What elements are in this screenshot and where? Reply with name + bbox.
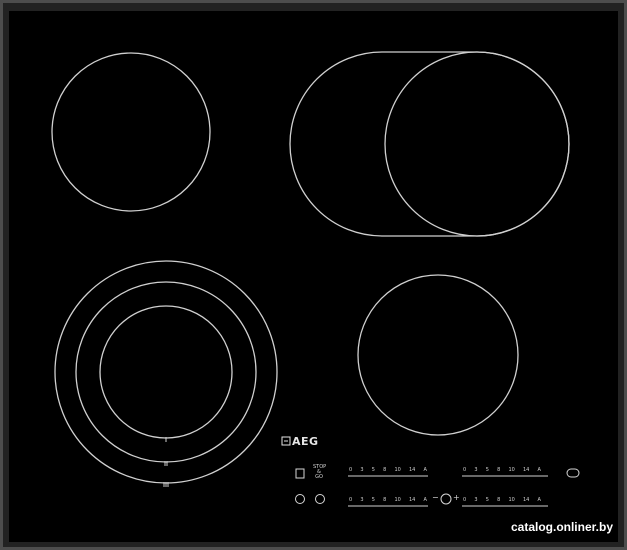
scale-tick: A [537,497,541,503]
scale-tick: 8 [497,497,501,503]
scale-tick: 0 [349,467,353,473]
scale-tick: 14 [522,467,530,473]
slider-scale-3[interactable]: 0 3 5 8 10 14 A [349,497,427,503]
timer-minus-button[interactable]: − [432,494,439,502]
scale-tick: A [537,467,541,473]
scale-tick: 8 [497,467,501,473]
scale-tick: 0 [463,467,467,473]
scale-tick: 5 [485,497,489,503]
scale-tick: 14 [408,497,416,503]
scale-tick: A [423,467,427,473]
slider-scale-4[interactable]: 0 3 5 8 10 14 A [463,497,541,503]
scale-tick: 5 [371,497,375,503]
scale-tick: 3 [360,467,364,473]
scale-tick: 3 [360,497,364,503]
timer-plus-button[interactable]: + [453,494,460,502]
scale-tick: 10 [394,497,401,503]
scale-tick: 10 [508,497,515,503]
scale-tick: 3 [474,467,478,473]
scale-tick: 8 [383,467,387,473]
scale-tick: 3 [474,497,478,503]
scale-tick: 10 [508,467,515,473]
brand-logo-text: AEG [292,435,319,448]
scale-tick: A [423,497,427,503]
stop-go-button[interactable]: STOP & GO [313,465,326,480]
scale-tick: 10 [394,467,401,473]
scale-tick: 5 [371,467,375,473]
glass-surface [9,11,618,542]
scale-tick: 14 [408,467,416,473]
watermark-text: catalog.onliner.by [510,520,613,534]
scale-tick: 0 [463,497,467,503]
slider-scale-2[interactable]: 0 3 5 8 10 14 A [463,467,541,473]
slider-scale-1[interactable]: 0 3 5 8 10 14 A [349,467,427,473]
scale-tick: 8 [383,497,387,503]
scale-tick: 0 [349,497,353,503]
scale-tick: 14 [522,497,530,503]
scale-tick: 5 [485,467,489,473]
